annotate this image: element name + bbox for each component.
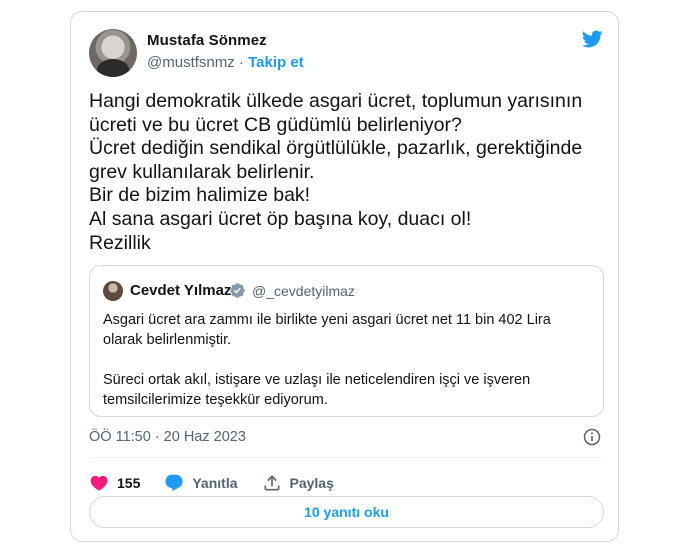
reply-label: Yanıtla	[192, 475, 238, 491]
heart-icon	[90, 475, 108, 491]
verified-icon	[230, 283, 245, 298]
author-handle[interactable]: @mustfsnmz	[147, 54, 235, 71]
read-replies-label: 10 yanıtı oku	[304, 504, 389, 520]
tweet-line: Bir de bizim halimize bak!	[89, 184, 311, 207]
meta-separator: ·	[238, 54, 244, 71]
quoted-tweet-text: Asgari ücret ara zammı ile birlikte yeni…	[103, 310, 593, 410]
quoted-author-name: Cevdet Yılmaz	[130, 282, 232, 299]
info-icon[interactable]	[582, 427, 602, 447]
action-bar: 155 Yanıtla Paylaş	[89, 467, 358, 499]
share-label: Paylaş	[289, 475, 334, 491]
reply-icon	[165, 474, 183, 492]
author-name[interactable]: Mustafa Sönmez	[147, 32, 267, 49]
like-button[interactable]: 155	[89, 473, 140, 493]
quoted-paragraph: Asgari ücret ara zammı ile birlikte yeni…	[103, 312, 551, 348]
tweet-line: Hangi demokratik ülkede asgari ücret, to…	[89, 90, 583, 112]
tweet-card: Mustafa Sönmez @mustfsnmz · Takip et Han…	[70, 11, 619, 542]
author-avatar[interactable]	[89, 29, 137, 77]
like-count: 155	[117, 475, 141, 491]
quoted-author-handle: @_cevdetyilmaz	[252, 283, 355, 299]
reply-button[interactable]: Yanıtla	[164, 473, 238, 493]
quoted-author-avatar	[103, 281, 123, 301]
quoted-paragraph: Süreci ortak akıl, istişare ve uzlaşı il…	[103, 372, 531, 408]
author-meta: @mustfsnmz · Takip et	[147, 54, 304, 71]
read-replies-button[interactable]: 10 yanıtı oku	[89, 496, 604, 528]
tweet-line: Rezillik	[89, 231, 151, 254]
tweet-timestamp[interactable]: ÖÖ 11:50 · 20 Haz 2023	[89, 429, 246, 445]
quoted-tweet[interactable]: Cevdet Yılmaz @_cevdetyilmaz Asgari ücre…	[89, 265, 604, 417]
share-icon	[264, 475, 279, 491]
tweet-line: grev kullanılarak belirlenir.	[89, 160, 315, 183]
tweet-line: Ücret dediğin sendikal örgütlülükle, paz…	[89, 137, 583, 160]
twitter-bird-icon[interactable]	[579, 28, 605, 50]
divider	[89, 457, 604, 458]
follow-button[interactable]: Takip et	[248, 54, 304, 71]
share-button[interactable]: Paylaş	[262, 473, 334, 493]
tweet-line: Al sana asgari ücret öp başına koy, duac…	[89, 207, 472, 230]
tweet-line: ücreti ve bu ücret CB güdümlü belirleniy…	[89, 113, 462, 136]
tweet-text: Hangi demokratik ülkede asgari ücret, to…	[89, 90, 604, 255]
